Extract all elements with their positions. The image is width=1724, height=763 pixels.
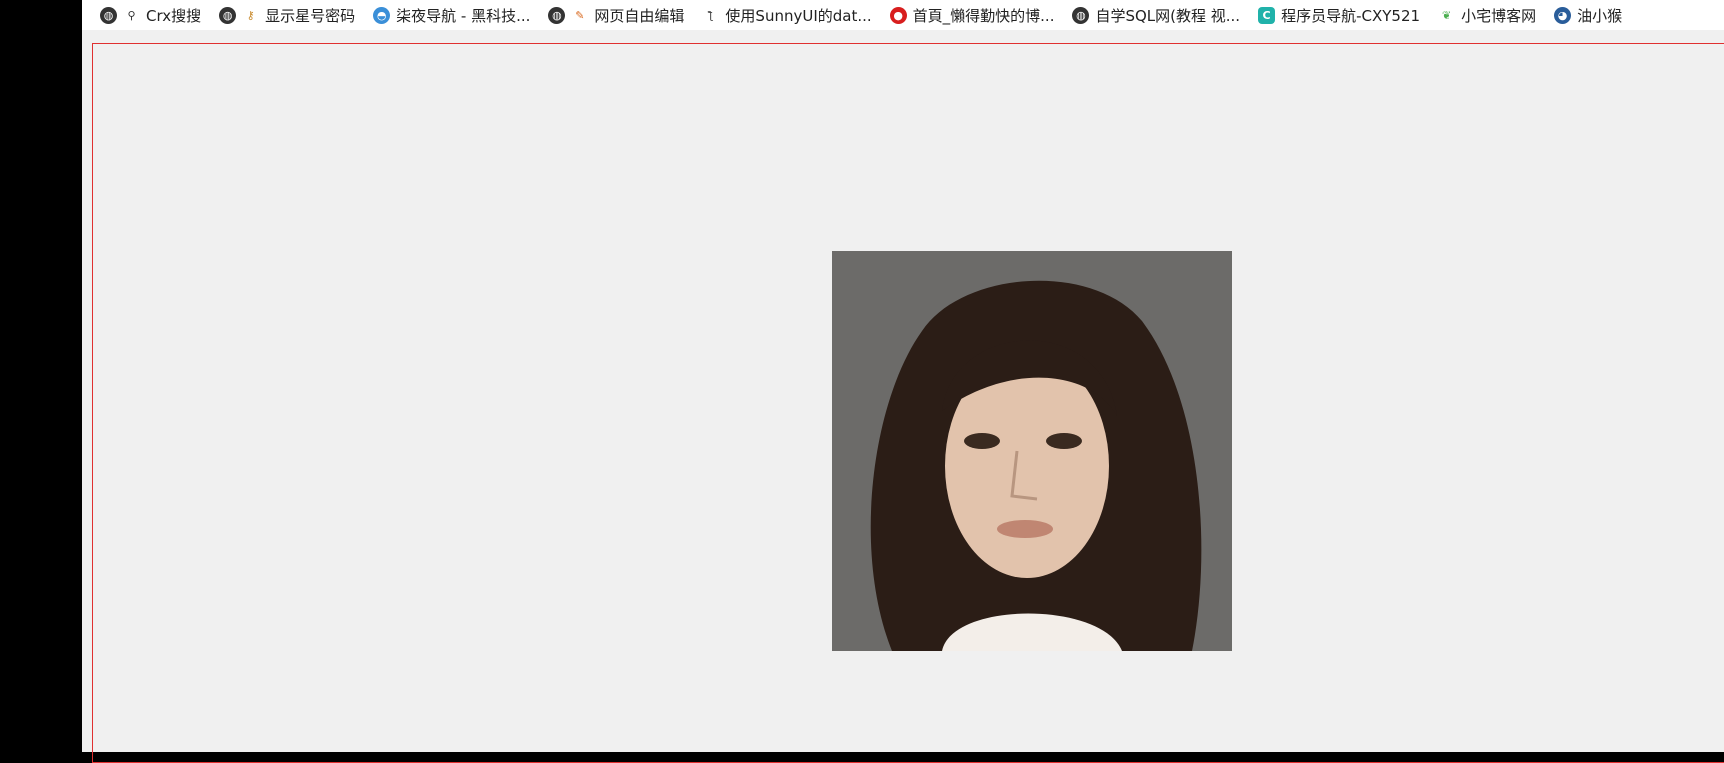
globe-icon: ◍ bbox=[219, 6, 237, 24]
portrait-image bbox=[832, 251, 1232, 651]
bookmark-label: 网页自由编辑 bbox=[594, 6, 685, 25]
bookmark-sunnyui[interactable]: ƪ 使用SunnyUI的dat... bbox=[702, 5, 872, 26]
bookmark-sql[interactable]: ◍ 自学SQL网(教程 视... bbox=[1072, 5, 1240, 26]
monkey-icon: ◕ bbox=[1554, 6, 1572, 24]
bookmark-xiaozhai[interactable]: ❦ 小宅博客网 bbox=[1438, 5, 1536, 26]
bookmark-label: 油小猴 bbox=[1577, 6, 1623, 25]
bookmark-label: 首頁_懶得勤快的博... bbox=[912, 6, 1055, 25]
bookmark-edit[interactable]: ◍ ✎ 网页自由编辑 bbox=[548, 5, 684, 26]
bookmark-password[interactable]: ◍ ⚷ 显示星号密码 bbox=[219, 5, 355, 26]
bookmark-monkey[interactable]: ◕ 油小猴 bbox=[1554, 5, 1622, 26]
globe-icon: ◍ bbox=[100, 6, 117, 24]
pencil-icon: ✎ bbox=[575, 8, 585, 22]
c-logo-icon: C bbox=[1258, 6, 1276, 24]
sketch-icon: ƪ bbox=[709, 8, 713, 22]
magnifier-icon: ⚲ bbox=[127, 8, 136, 22]
key-icon: ⚷ bbox=[246, 8, 255, 22]
bookmarks-bar: ◍ ⚲ Crx搜搜 ◍ ⚷ 显示星号密码 ◓ 柒夜导航 - 黑科技... ◍ ✎ 网页自由编辑… bbox=[82, 0, 1724, 30]
bookmark-label: 自学SQL网(教程 视... bbox=[1095, 6, 1241, 25]
bookmark-label: 程序员导航-CXY521 bbox=[1281, 6, 1421, 25]
bookmark-qiye[interactable]: ◓ 柒夜导航 - 黑科技... bbox=[373, 5, 530, 26]
globe-icon: ◍ bbox=[1072, 6, 1090, 24]
red-fruit-icon: ● bbox=[889, 6, 907, 24]
bookmark-label: Crx搜搜 bbox=[146, 6, 202, 25]
bookmark-label: 小宅博客网 bbox=[1461, 6, 1537, 25]
bookmark-cxy521[interactable]: C 程序员导航-CXY521 bbox=[1258, 5, 1420, 26]
green-leaf-icon: ❦ bbox=[1441, 8, 1452, 22]
bookmark-label: 使用SunnyUI的dat... bbox=[725, 6, 872, 25]
blue-bird-icon: ◓ bbox=[373, 6, 391, 24]
bookmark-label: 显示星号密码 bbox=[265, 6, 356, 25]
bookmark-blog[interactable]: ● 首頁_懶得勤快的博... bbox=[889, 5, 1055, 26]
globe-icon: ◍ bbox=[548, 6, 566, 24]
bookmark-label: 柒夜导航 - 黑科技... bbox=[396, 6, 531, 25]
bookmark-crx[interactable]: ◍ ⚲ Crx搜搜 bbox=[100, 5, 201, 26]
browser-viewport: ◍ ⚲ Crx搜搜 ◍ ⚷ 显示星号密码 ◓ 柒夜导航 - 黑科技... ◍ ✎ 网页自由编辑… bbox=[82, 0, 1724, 763]
